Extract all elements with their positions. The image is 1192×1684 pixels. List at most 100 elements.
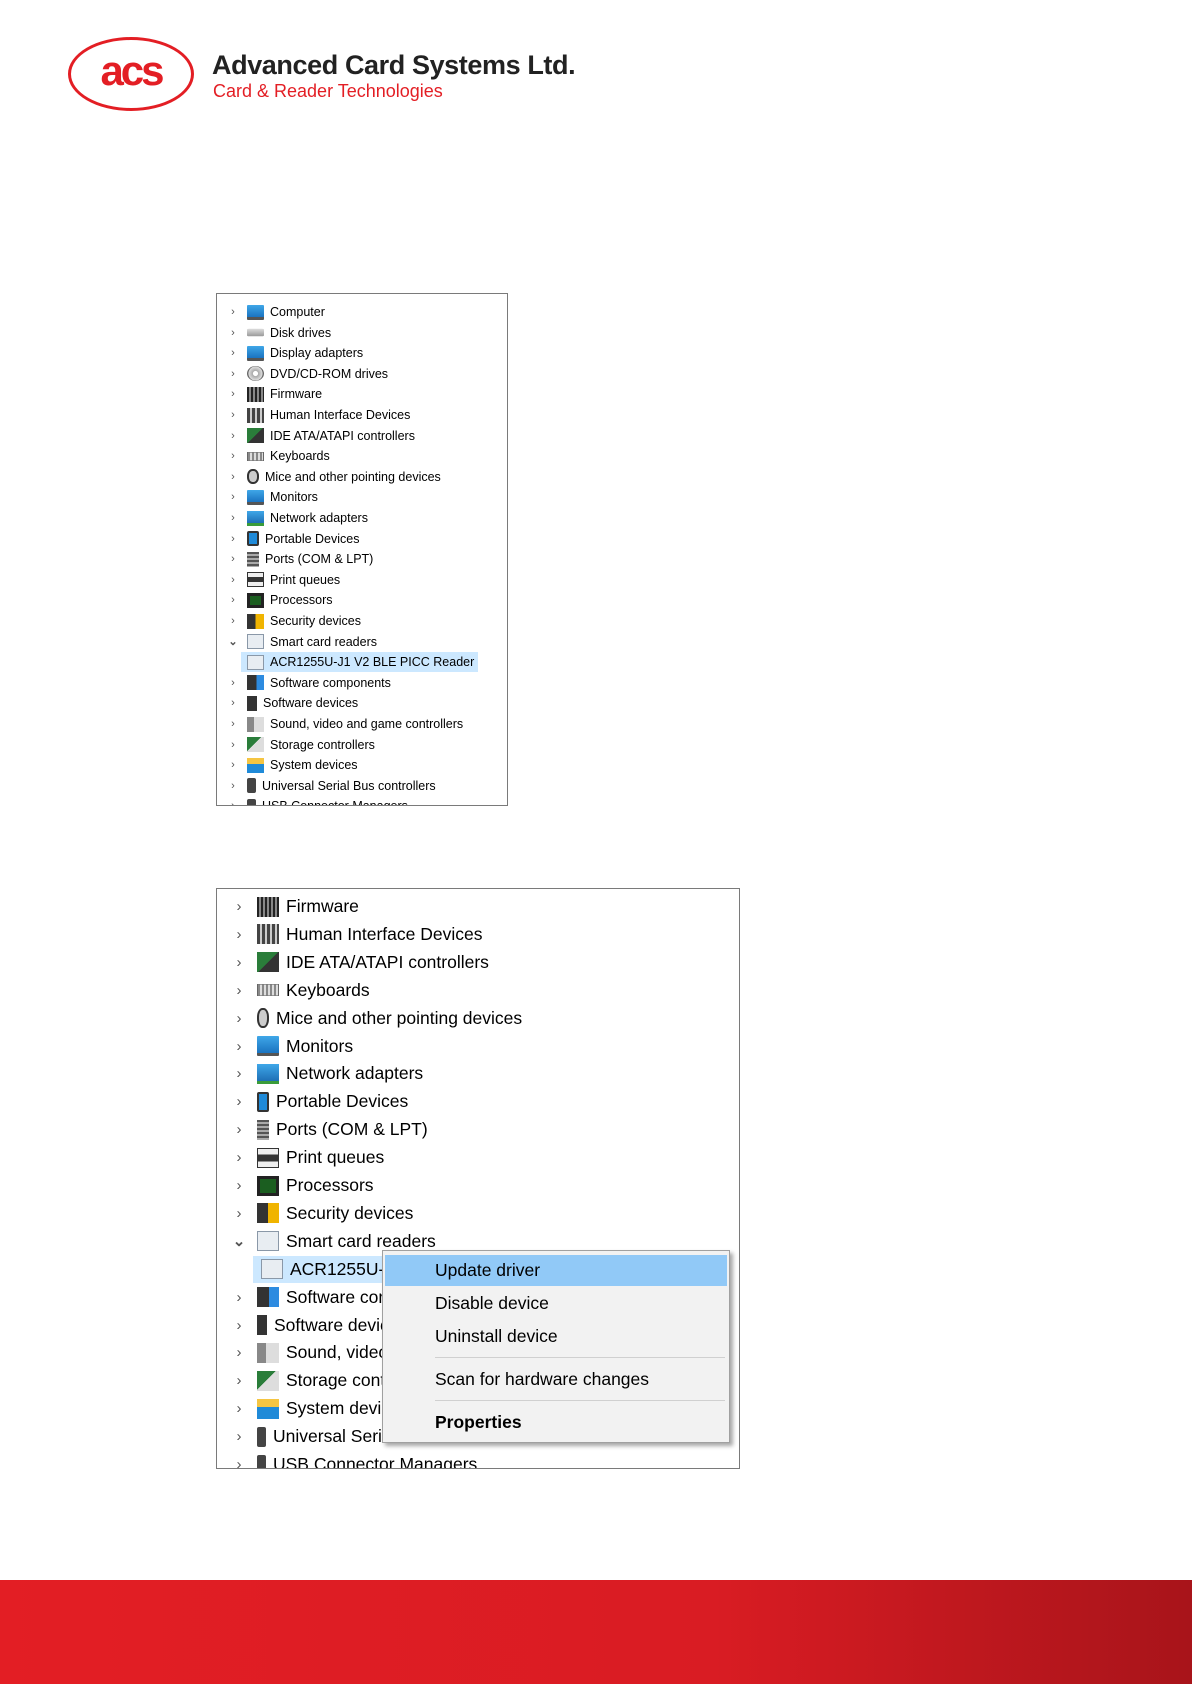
- tree-item-system-devices[interactable]: › System devices: [225, 755, 358, 775]
- tree-item-human-interface-devices[interactable]: › Human Interface Devices: [225, 405, 410, 425]
- tree-item-selected-device[interactable]: ACR1255U-J1 V2 BLE PICC Reader: [241, 652, 479, 673]
- tree-item-label: DVD/CD-ROM drives: [270, 366, 389, 381]
- tree-item-ide-ata-atapi-controllers[interactable]: › IDE ATA/ATAPI controllers: [229, 949, 489, 976]
- chevron-right-icon[interactable]: ›: [225, 739, 241, 751]
- tree-item-dvd-cd-rom-drives[interactable]: › DVD/CD-ROM drives: [225, 364, 388, 384]
- tree-item-security-devices[interactable]: › Security devices: [225, 611, 361, 631]
- chevron-right-icon[interactable]: ›: [225, 800, 241, 805]
- tree-item-mice-and-other-pointing-devices[interactable]: › Mice and other pointing devices: [225, 467, 441, 487]
- tree-item-network-adapters[interactable]: › Network adapters: [225, 508, 368, 528]
- tree-item-monitors[interactable]: › Monitors: [229, 1033, 353, 1060]
- chevron-right-icon[interactable]: ›: [225, 306, 241, 318]
- tree-item-portable-devices[interactable]: › Portable Devices: [225, 529, 360, 549]
- chevron-right-icon[interactable]: ›: [225, 718, 241, 730]
- chevron-right-icon[interactable]: ›: [225, 368, 241, 380]
- chevron-right-icon[interactable]: ›: [225, 615, 241, 627]
- tree-item-keyboards[interactable]: › Keyboards: [229, 977, 370, 1004]
- chevron-right-icon[interactable]: ›: [225, 327, 241, 339]
- tree-item-print-queues[interactable]: › Print queues: [229, 1144, 384, 1171]
- tree-item-software-devices[interactable]: › Software devices: [229, 1312, 407, 1339]
- menu-separator: [435, 1400, 725, 1401]
- tree-item-universal-serial-bus-controllers[interactable]: › Universal Serial Bus controllers: [225, 776, 436, 796]
- tree-item-ide-ata-atapi-controllers[interactable]: › IDE ATA/ATAPI controllers: [225, 426, 415, 446]
- tree-item-firmware[interactable]: › Firmware: [225, 384, 322, 404]
- chevron-right-icon[interactable]: ›: [225, 594, 241, 606]
- menu-item-disable-device[interactable]: Disable device: [385, 1288, 727, 1319]
- chevron-right-icon[interactable]: ›: [225, 574, 241, 586]
- chevron-right-icon[interactable]: ›: [225, 491, 241, 503]
- menu-item-uninstall-device[interactable]: Uninstall device: [385, 1321, 727, 1352]
- chevron-right-icon[interactable]: ›: [229, 1121, 249, 1138]
- chevron-right-icon[interactable]: ›: [225, 780, 241, 792]
- chevron-right-icon[interactable]: ›: [225, 388, 241, 400]
- chevron-right-icon[interactable]: ›: [225, 430, 241, 442]
- tree-item-usb-connector-managers[interactable]: › USB Connector Managers: [225, 796, 408, 805]
- chevron-right-icon[interactable]: ›: [225, 450, 241, 462]
- tree-item-processors[interactable]: › Processors: [225, 590, 333, 610]
- chevron-right-icon[interactable]: ›: [229, 1010, 249, 1027]
- sound-icon: [247, 716, 264, 732]
- chevron-right-icon[interactable]: ›: [229, 982, 249, 999]
- chevron-right-icon[interactable]: ›: [229, 898, 249, 915]
- tree-item-network-adapters[interactable]: › Network adapters: [229, 1060, 423, 1087]
- usb-icon: [257, 1426, 266, 1447]
- chevron-right-icon[interactable]: ›: [229, 1289, 249, 1306]
- chevron-right-icon[interactable]: ›: [229, 1038, 249, 1055]
- disk-icon: [247, 328, 264, 337]
- tree-item-display-adapters[interactable]: › Display adapters: [225, 343, 363, 363]
- software-device-icon: [257, 1315, 267, 1335]
- tree-item-portable-devices[interactable]: › Portable Devices: [229, 1088, 408, 1115]
- chevron-right-icon[interactable]: ›: [229, 1093, 249, 1110]
- tree-item-usb-connector-managers[interactable]: › USB Connector Managers: [229, 1451, 477, 1468]
- tree-item-print-queues[interactable]: › Print queues: [225, 570, 340, 590]
- chevron-down-icon[interactable]: ⌄: [229, 1232, 249, 1250]
- tree-item-sound-video-and-game-controllers[interactable]: › Sound, video and game controllers: [225, 714, 463, 734]
- chevron-right-icon[interactable]: ›: [225, 553, 241, 565]
- tree-item-processors[interactable]: › Processors: [229, 1172, 374, 1199]
- menu-item-scan-hardware[interactable]: Scan for hardware changes: [385, 1364, 727, 1395]
- portable-icon: [257, 1091, 269, 1112]
- chevron-down-icon[interactable]: ⌄: [225, 635, 241, 648]
- chevron-right-icon[interactable]: ›: [225, 759, 241, 771]
- computer-icon: [247, 304, 264, 320]
- chevron-right-icon[interactable]: ›: [225, 471, 241, 483]
- chevron-right-icon[interactable]: ›: [225, 697, 241, 709]
- tree-item-disk-drives[interactable]: › Disk drives: [225, 323, 331, 343]
- tree-item-smart-card-readers[interactable]: ⌄ Smart card readers: [225, 632, 377, 652]
- tree-item-mice-and-other-pointing-devices[interactable]: › Mice and other pointing devices: [229, 1005, 522, 1032]
- tree-item-keyboards[interactable]: › Keyboards: [225, 446, 330, 466]
- storage-icon: [247, 737, 264, 753]
- chevron-right-icon[interactable]: ›: [229, 1428, 249, 1445]
- chevron-right-icon[interactable]: ›: [229, 1149, 249, 1166]
- chevron-right-icon[interactable]: ›: [225, 409, 241, 421]
- chevron-right-icon[interactable]: ›: [229, 1400, 249, 1417]
- chevron-right-icon[interactable]: ›: [229, 1456, 249, 1468]
- chevron-right-icon[interactable]: ›: [229, 954, 249, 971]
- tree-item-firmware[interactable]: › Firmware: [229, 893, 359, 920]
- chevron-right-icon[interactable]: ›: [229, 1177, 249, 1194]
- menu-item-update-driver[interactable]: Update driver: [385, 1255, 727, 1286]
- chevron-right-icon[interactable]: ›: [229, 1205, 249, 1222]
- chevron-right-icon[interactable]: ›: [229, 1372, 249, 1389]
- tree-item-monitors[interactable]: › Monitors: [225, 487, 318, 507]
- tree-item-software-components[interactable]: › Software components: [225, 673, 391, 693]
- tree-item-software-devices[interactable]: › Software devices: [225, 693, 358, 713]
- tree-item-label: Keyboards: [270, 449, 330, 464]
- tree-item-human-interface-devices[interactable]: › Human Interface Devices: [229, 921, 482, 948]
- tree-item-label: Processors: [270, 593, 333, 608]
- chevron-right-icon[interactable]: ›: [225, 347, 241, 359]
- chevron-right-icon[interactable]: ›: [229, 1317, 249, 1334]
- tree-item-computer[interactable]: › Computer: [225, 302, 325, 322]
- firmware-icon: [257, 896, 279, 917]
- chevron-right-icon[interactable]: ›: [229, 926, 249, 943]
- chevron-right-icon[interactable]: ›: [225, 512, 241, 524]
- tree-item-security-devices[interactable]: › Security devices: [229, 1200, 413, 1227]
- chevron-right-icon[interactable]: ›: [225, 677, 241, 689]
- tree-item-ports-com-lpt[interactable]: › Ports (COM & LPT): [229, 1116, 428, 1143]
- chevron-right-icon[interactable]: ›: [225, 533, 241, 545]
- chevron-right-icon[interactable]: ›: [229, 1344, 249, 1361]
- chevron-right-icon[interactable]: ›: [229, 1065, 249, 1082]
- tree-item-storage-controllers[interactable]: › Storage controllers: [225, 735, 375, 755]
- tree-item-ports-com-lpt[interactable]: › Ports (COM & LPT): [225, 549, 373, 569]
- menu-item-properties[interactable]: Properties: [385, 1407, 727, 1438]
